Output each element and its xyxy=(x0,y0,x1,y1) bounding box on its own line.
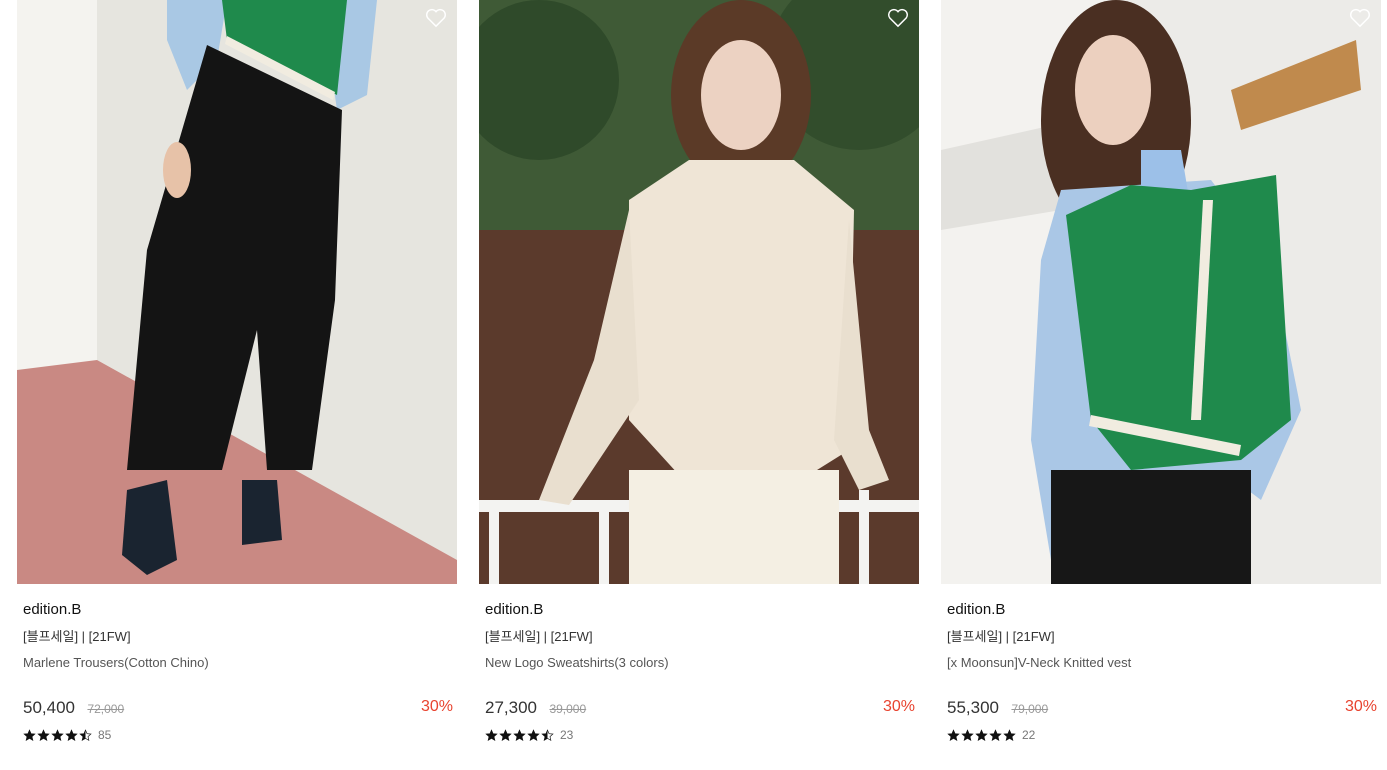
star-icon xyxy=(23,728,36,741)
product-image[interactable] xyxy=(17,0,457,584)
rating-row: 22 xyxy=(947,726,1035,744)
review-count: 22 xyxy=(1022,728,1036,742)
product-info: edition.B [블프세일] | [21FW] [x Moonsun]V-N… xyxy=(947,600,1377,742)
heart-outline-icon[interactable] xyxy=(1349,8,1371,28)
original-price: 39,000 xyxy=(549,702,587,716)
star-icon xyxy=(65,728,78,741)
star-icon xyxy=(989,728,1002,741)
star-icon xyxy=(541,728,554,741)
review-count: 85 xyxy=(98,728,112,742)
price-row: 27,300 39,000 30% xyxy=(485,698,915,720)
product-info: edition.B [블프세일] | [21FW] New Logo Sweat… xyxy=(485,600,915,742)
product-card[interactable]: edition.B [블프세일] | [21FW] New Logo Sweat… xyxy=(479,0,919,770)
product-card[interactable]: edition.B [블프세일] | [21FW] [x Moonsun]V-N… xyxy=(941,0,1381,770)
star-icon xyxy=(1003,728,1016,741)
star-icon xyxy=(485,728,498,741)
rating-row: 23 xyxy=(485,726,573,744)
star-icon xyxy=(961,728,974,741)
discount-rate: 30% xyxy=(420,698,453,715)
star-rating xyxy=(947,728,1016,742)
star-rating xyxy=(23,728,92,742)
heart-outline-icon[interactable] xyxy=(887,8,909,28)
star-icon xyxy=(513,728,526,741)
product-image[interactable] xyxy=(479,0,919,584)
star-icon xyxy=(499,728,512,741)
original-price: 72,000 xyxy=(87,702,125,716)
sale-price: 50,400 xyxy=(23,698,75,717)
rating-row: 85 xyxy=(23,726,111,744)
product-info: edition.B [블프세일] | [21FW] Marlene Trouse… xyxy=(23,600,453,742)
review-count: 23 xyxy=(560,728,574,742)
product-name[interactable]: [x Moonsun]V-Neck Knitted vest xyxy=(947,654,1377,672)
star-icon xyxy=(79,728,92,741)
original-price: 79,000 xyxy=(1011,702,1049,716)
product-grid: edition.B [블프세일] | [21FW] Marlene Trouse… xyxy=(0,0,1387,770)
product-tags: [블프세일] | [21FW] xyxy=(485,629,593,644)
star-icon xyxy=(51,728,64,741)
star-icon xyxy=(527,728,540,741)
sale-price: 55,300 xyxy=(947,698,999,717)
brand-name[interactable]: edition.B xyxy=(23,600,453,620)
product-tags: [블프세일] | [21FW] xyxy=(947,629,1055,644)
price-row: 50,400 72,000 30% xyxy=(23,698,453,720)
product-name[interactable]: Marlene Trousers(Cotton Chino) xyxy=(23,654,453,672)
product-tags: [블프세일] | [21FW] xyxy=(23,629,131,644)
discount-rate: 30% xyxy=(882,698,915,715)
heart-outline-icon[interactable] xyxy=(425,8,447,28)
product-image[interactable] xyxy=(941,0,1381,584)
sale-price: 27,300 xyxy=(485,698,537,717)
star-icon xyxy=(947,728,960,741)
product-card[interactable]: edition.B [블프세일] | [21FW] Marlene Trouse… xyxy=(17,0,457,770)
price-row: 55,300 79,000 30% xyxy=(947,698,1377,720)
star-icon xyxy=(975,728,988,741)
discount-rate: 30% xyxy=(1344,698,1377,715)
brand-name[interactable]: edition.B xyxy=(947,600,1377,620)
product-name[interactable]: New Logo Sweatshirts(3 colors) xyxy=(485,654,915,672)
brand-name[interactable]: edition.B xyxy=(485,600,915,620)
star-icon xyxy=(37,728,50,741)
star-rating xyxy=(485,728,554,742)
